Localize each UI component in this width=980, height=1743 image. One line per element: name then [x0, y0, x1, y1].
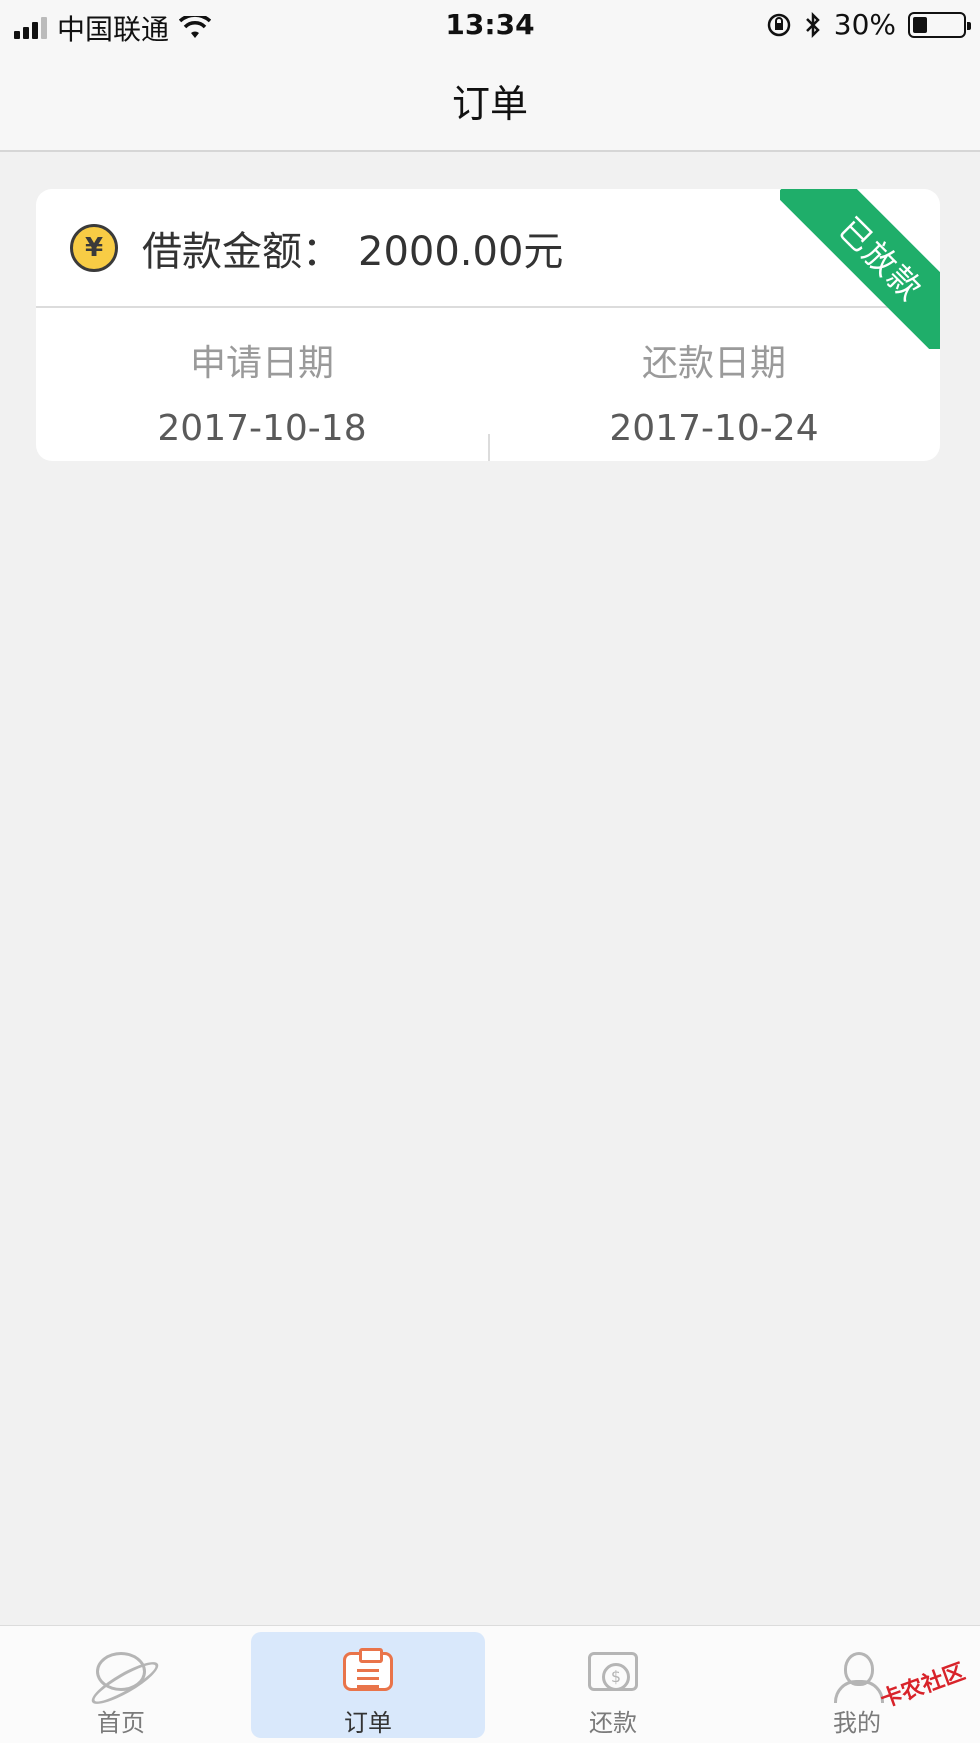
yuan-coin-icon: ¥ — [70, 223, 118, 272]
tab-home[interactable]: 首页 — [4, 1632, 238, 1738]
loan-amount-label: 借款金额： — [142, 228, 342, 275]
date-divider — [488, 434, 490, 461]
nav-bar: 订单 — [0, 50, 980, 152]
tab-orders[interactable]: 订单 — [251, 1632, 485, 1738]
tab-repay[interactable]: 还款 — [496, 1632, 730, 1738]
rotation-lock-icon — [767, 13, 791, 36]
tab-orders-label: 订单 — [344, 1709, 392, 1737]
user-icon — [832, 1652, 884, 1703]
tab-repay-label: 还款 — [589, 1709, 637, 1737]
battery-icon — [908, 11, 971, 38]
status-bar: 中国联通 13:34 30% — [0, 0, 980, 50]
page-title: 订单 — [451, 81, 528, 126]
repay-date-value: 2017-10-24 — [609, 408, 819, 449]
battery-percent: 30% — [833, 8, 896, 41]
repay-icon — [588, 1652, 638, 1691]
apply-date-value: 2017-10-18 — [157, 408, 367, 449]
bluetooth-icon — [805, 11, 820, 38]
clipboard-icon — [343, 1648, 393, 1691]
apply-date-column: 申请日期 2017-10-18 — [36, 310, 488, 461]
repay-date-label: 还款日期 — [641, 343, 786, 384]
status-right: 30% — [766, 8, 971, 41]
order-card[interactable]: ¥ 借款金额： 2000.00元 已放款 申请日期 2017-10-18 还款日… — [36, 189, 940, 461]
apply-date-label: 申请日期 — [189, 343, 334, 384]
tab-mine-label: 我的 — [833, 1709, 881, 1737]
loan-amount-value: 2000.00元 — [358, 228, 564, 275]
repay-date-column: 还款日期 2017-10-24 — [488, 310, 940, 461]
battery-level — [913, 16, 928, 33]
tab-bar: 首页 订单 还款 我的 — [0, 1625, 980, 1743]
planet-icon — [96, 1652, 146, 1691]
tab-home-label: 首页 — [97, 1709, 145, 1737]
